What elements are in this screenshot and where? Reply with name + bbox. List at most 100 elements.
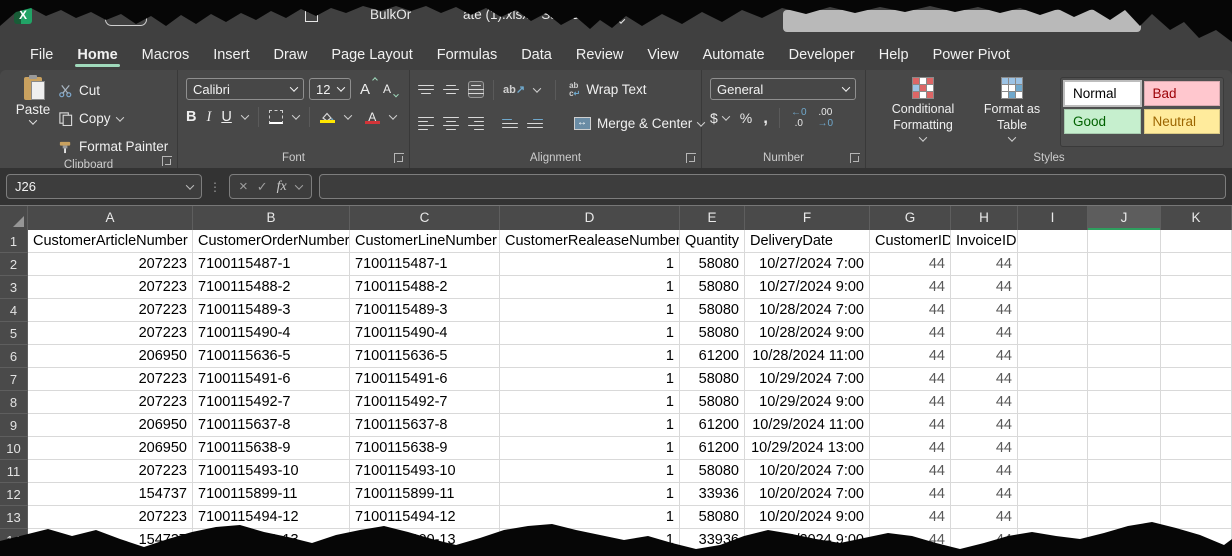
- cell-F9[interactable]: 10/29/2024 11:00: [745, 414, 870, 437]
- font-color-chevron-icon[interactable]: [389, 111, 397, 119]
- tab-review[interactable]: Review: [564, 40, 636, 70]
- tab-macros[interactable]: Macros: [130, 40, 202, 70]
- cell-F10[interactable]: 10/29/2024 13:00: [745, 437, 870, 460]
- cell-D2[interactable]: 1: [500, 253, 680, 276]
- cell-D3[interactable]: 1: [500, 276, 680, 299]
- row-header-6[interactable]: 6: [0, 345, 28, 368]
- cell-K5[interactable]: [1161, 322, 1232, 345]
- cell-J4[interactable]: [1088, 299, 1161, 322]
- number-format-select[interactable]: General: [710, 78, 856, 100]
- cell-A4[interactable]: 207223: [28, 299, 193, 322]
- cell-J13[interactable]: [1088, 506, 1161, 529]
- cell-D9[interactable]: 1: [500, 414, 680, 437]
- cell-D10[interactable]: 1: [500, 437, 680, 460]
- cell-G9[interactable]: 44: [870, 414, 951, 437]
- cell-K10[interactable]: [1161, 437, 1232, 460]
- cell-E10[interactable]: 61200: [680, 437, 745, 460]
- cell-K9[interactable]: [1161, 414, 1232, 437]
- cell-G2[interactable]: 44: [870, 253, 951, 276]
- cell-D12[interactable]: 1: [500, 483, 680, 506]
- alignment-dialog-launcher-icon[interactable]: [686, 153, 696, 163]
- underline-chevron-icon[interactable]: [241, 111, 249, 119]
- cell-G10[interactable]: 44: [870, 437, 951, 460]
- copy-chevron-icon[interactable]: [115, 113, 123, 121]
- cell-style-normal[interactable]: Normal: [1064, 81, 1141, 106]
- cell-B12[interactable]: 7100115899-11: [193, 483, 350, 506]
- currency-chevron-icon[interactable]: [722, 112, 730, 120]
- tab-page-layout[interactable]: Page Layout: [319, 40, 424, 70]
- cell-K12[interactable]: [1161, 483, 1232, 506]
- cell-E1[interactable]: Quantity: [680, 230, 745, 253]
- wrap-text-button[interactable]: abc↵ Wrap Text: [569, 77, 646, 102]
- align-left-button[interactable]: [418, 117, 434, 131]
- cell-F7[interactable]: 10/29/2024 7:00: [745, 368, 870, 391]
- column-header-G[interactable]: G: [870, 206, 951, 230]
- cell-H2[interactable]: 44: [951, 253, 1018, 276]
- row-header-3[interactable]: 3: [0, 276, 28, 299]
- row-header-10[interactable]: 10: [0, 437, 28, 460]
- cell-J5[interactable]: [1088, 322, 1161, 345]
- tab-draw[interactable]: Draw: [261, 40, 319, 70]
- cell-A3[interactable]: 207223: [28, 276, 193, 299]
- cell-E3[interactable]: 58080: [680, 276, 745, 299]
- name-box[interactable]: J26: [6, 174, 202, 199]
- cell-C3[interactable]: 7100115488-2: [350, 276, 500, 299]
- cell-J8[interactable]: [1088, 391, 1161, 414]
- tab-view[interactable]: View: [635, 40, 690, 70]
- cell-H14[interactable]: 44: [951, 529, 1018, 552]
- cell-E11[interactable]: 58080: [680, 460, 745, 483]
- currency-format-button[interactable]: $: [710, 110, 718, 126]
- cell-D4[interactable]: 1: [500, 299, 680, 322]
- cell-K7[interactable]: [1161, 368, 1232, 391]
- fill-color-button[interactable]: [320, 112, 335, 123]
- orientation-chevron-icon[interactable]: [533, 84, 541, 92]
- cell-B4[interactable]: 7100115489-3: [193, 299, 350, 322]
- cell-B6[interactable]: 7100115636-5: [193, 345, 350, 368]
- cell-H6[interactable]: 44: [951, 345, 1018, 368]
- title-dropdown-chevron-icon[interactable]: [618, 11, 624, 29]
- paste-chevron-icon[interactable]: [29, 116, 37, 124]
- cell-F11[interactable]: 10/20/2024 7:00: [745, 460, 870, 483]
- cell-F3[interactable]: 10/27/2024 9:00: [745, 276, 870, 299]
- cell-F8[interactable]: 10/29/2024 9:00: [745, 391, 870, 414]
- cell-G4[interactable]: 44: [870, 299, 951, 322]
- cell-D6[interactable]: 1: [500, 345, 680, 368]
- tab-data[interactable]: Data: [509, 40, 564, 70]
- align-right-button[interactable]: [468, 117, 484, 131]
- row-header-11[interactable]: 11: [0, 460, 28, 483]
- column-header-K[interactable]: K: [1161, 206, 1232, 230]
- cell-J12[interactable]: [1088, 483, 1161, 506]
- cell-I5[interactable]: [1018, 322, 1088, 345]
- bold-button[interactable]: B: [186, 109, 196, 125]
- cell-J9[interactable]: [1088, 414, 1161, 437]
- cell-D13[interactable]: 1: [500, 506, 680, 529]
- cell-style-good[interactable]: Good: [1064, 109, 1141, 134]
- cell-D11[interactable]: 1: [500, 460, 680, 483]
- cell-F12[interactable]: 10/20/2024 7:00: [745, 483, 870, 506]
- cell-H11[interactable]: 44: [951, 460, 1018, 483]
- decrease-indent-button[interactable]: [502, 119, 518, 129]
- cell-E8[interactable]: 58080: [680, 391, 745, 414]
- select-all-corner[interactable]: [0, 206, 28, 230]
- conditional-formatting-chevron-icon[interactable]: [919, 134, 927, 142]
- formula-input[interactable]: [319, 174, 1226, 199]
- cell-K3[interactable]: [1161, 276, 1232, 299]
- cell-C14[interactable]: 7100115900-13: [350, 529, 500, 552]
- cell-A7[interactable]: 207223: [28, 368, 193, 391]
- cell-C13[interactable]: 7100115494-12: [350, 506, 500, 529]
- cell-I10[interactable]: [1018, 437, 1088, 460]
- align-center-button[interactable]: [443, 117, 459, 131]
- cell-A12[interactable]: 154737: [28, 483, 193, 506]
- cell-B1[interactable]: CustomerOrderNumber: [193, 230, 350, 253]
- middle-align-button[interactable]: [443, 85, 459, 95]
- merge-center-button[interactable]: Merge & Center: [574, 111, 704, 136]
- cell-B10[interactable]: 7100115638-9: [193, 437, 350, 460]
- column-header-B[interactable]: B: [193, 206, 350, 230]
- tab-file[interactable]: File: [18, 40, 65, 70]
- font-name-select[interactable]: Calibri: [186, 78, 304, 100]
- cell-K11[interactable]: [1161, 460, 1232, 483]
- cell-H1[interactable]: InvoiceID: [951, 230, 1018, 253]
- enter-button[interactable]: ✓: [257, 179, 268, 195]
- cell-D5[interactable]: 1: [500, 322, 680, 345]
- column-header-J[interactable]: J: [1088, 206, 1161, 230]
